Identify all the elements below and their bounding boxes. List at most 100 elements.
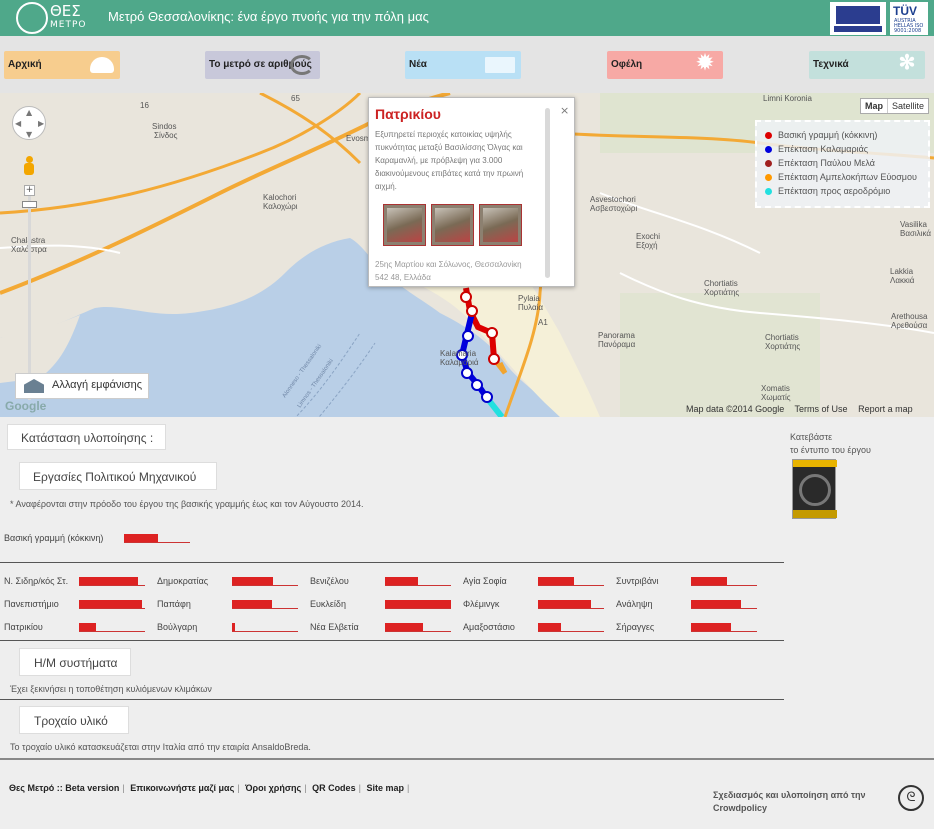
tuv-logo: ΤÜV AUSTRIA HELLAS ISO 9001:2008	[890, 2, 928, 35]
place-asvestochori-gr: Ασβεστοχώρι	[590, 204, 637, 213]
station-progress-bar	[691, 600, 757, 609]
credit-line1: Σχεδιασμός και υλοποίηση από την	[713, 790, 866, 800]
station-label: Ευκλείδη	[310, 599, 346, 609]
site-logo[interactable]: ΘΕΣ ΜΕΤΡΟ	[16, 2, 86, 34]
google-logo: Google	[5, 399, 47, 413]
close-icon[interactable]: ×	[560, 104, 569, 117]
place-chortiatis2: Chortiatis	[765, 333, 799, 342]
place-panorama-gr: Πανόραμα	[598, 340, 636, 349]
place-sindos: Sindos	[152, 122, 176, 131]
divider	[0, 562, 784, 563]
divider	[0, 699, 784, 700]
street-view-pegman-icon[interactable]	[23, 156, 35, 178]
brochure-cover[interactable]	[792, 459, 837, 519]
footer-divider	[0, 758, 934, 760]
nav-metro-numbers[interactable]: Το μετρό σε αριθμούς	[205, 51, 320, 79]
station-photo-3[interactable]	[479, 204, 522, 246]
newspaper-icon	[485, 57, 515, 73]
change-view-label: Αλλαγή εμφάνισης	[52, 379, 143, 391]
gear-icon: ✻	[898, 52, 916, 74]
station-progress-bar	[538, 577, 604, 586]
station-label: Βενιζέλου	[310, 576, 349, 586]
legend-label: Επέκταση Καλαμαριάς	[778, 144, 869, 154]
station-label: Σήραγγες	[616, 622, 655, 632]
map-type-satellite-button[interactable]: Satellite	[888, 99, 928, 113]
terms-of-use-link[interactable]: Terms of Use	[795, 404, 848, 414]
nav-label: Οφέλη	[611, 59, 643, 70]
footer-link-contact[interactable]: Επικοινωνήστε μαζί μας	[130, 783, 234, 793]
nav-technical[interactable]: Τεχνικά ✻	[809, 51, 925, 79]
nav-benefits[interactable]: Οφέλη ✹	[607, 51, 723, 79]
crowdpolicy-logo-icon[interactable]: ᘓ	[898, 785, 924, 811]
zoom-in-button[interactable]: +	[24, 185, 35, 196]
station-label: Παπάφη	[157, 599, 191, 609]
footer-link-qr[interactable]: QR Codes	[312, 783, 356, 793]
legend-item: Επέκταση Παύλου Μελά	[765, 156, 928, 170]
place-exochi-gr: Εξοχή	[636, 241, 658, 250]
place-chortiatis: Chortiatis	[704, 279, 738, 288]
station-label: Πατρικίου	[4, 622, 43, 632]
legend-item: Επέκταση Καλαμαριάς	[765, 142, 928, 156]
rolling-stock-note: Το τροχαίο υλικό κατασκευάζεται στην Ιτα…	[10, 742, 311, 752]
station-progress-bar	[538, 600, 604, 609]
place-vasilika-gr: Βασιλικά	[900, 229, 931, 238]
em-systems-title: Η/Μ συστήματα	[19, 648, 131, 676]
station-photo-2[interactable]	[431, 204, 474, 246]
station-description: Εξυπηρετεί περιοχές κατοικίας υψηλής πυκ…	[375, 130, 524, 191]
map-legend: Βασική γραμμή (κόκκινη) Επέκταση Καλαμαρ…	[755, 120, 930, 208]
nav-home[interactable]: Αρχική	[4, 51, 120, 79]
place-exochi: Exochi	[636, 232, 660, 241]
nav-news[interactable]: Νέα	[405, 51, 521, 79]
place-asvestochori: Asvestochori	[590, 195, 636, 204]
map[interactable]: Sindos Σίνδος Kalochori Καλοχώρι Chalast…	[0, 93, 934, 417]
place-lakkia: Lakkia	[890, 267, 914, 276]
main-line-label: Βασική γραμμή (κόκκινη)	[4, 533, 104, 543]
station-info-window: Πατρικίου × Εξυπηρετεί περιοχές κατοικία…	[368, 97, 575, 287]
map-type-control: Map Satellite	[860, 98, 930, 114]
tuv-text: ΤÜV	[893, 4, 917, 18]
place-chortiatis-gr: Χορτιάτης	[704, 288, 739, 297]
place-xomatis-gr: Χωματίς	[761, 393, 791, 402]
station-photo-1[interactable]	[383, 204, 426, 246]
logo-ring	[16, 2, 48, 34]
station-label: Νέα Ελβετία	[310, 622, 359, 632]
nav-label: Νέα	[409, 59, 427, 70]
footer-credit[interactable]: Σχεδιασμός και υλοποίηση από την Crowdpo…	[713, 789, 893, 815]
place-koronia: Limni Koronia	[763, 94, 812, 103]
zoom-slider-knob[interactable]	[22, 201, 37, 208]
legend-label: Επέκταση προς αεροδρόμιο	[778, 186, 891, 196]
place-chortiatis2-gr: Χορτιάτης	[765, 342, 800, 351]
map-type-map-button[interactable]: Map	[861, 99, 888, 113]
place-xomatis: Xomatis	[761, 384, 790, 393]
main-line-progress-bar	[124, 534, 190, 543]
brochure-text[interactable]: Κατεβάστε το έντυπο του έργου	[790, 431, 890, 457]
station-label: Αγία Σοφία	[463, 576, 507, 586]
footer-link-home[interactable]: Θες Μετρό :: Beta version	[9, 783, 119, 793]
civil-works-title: Εργασίες Πολιτικού Μηχανικού	[19, 462, 217, 490]
change-view-button[interactable]: Αλλαγή εμφάνισης	[15, 373, 149, 399]
footer-link-sitemap[interactable]: Site map	[366, 783, 404, 793]
station-progress-bar	[385, 623, 451, 632]
legend-item: Επέκταση Αμπελοκήπων Εύοσμου	[765, 170, 928, 184]
brochure-text-line1: Κατεβάστε	[790, 432, 833, 442]
station-label: Φλέμινγκ	[463, 599, 500, 609]
place-arethousa: Arethousa	[891, 312, 928, 321]
helmet-icon	[90, 57, 114, 73]
footer-link-terms[interactable]: Όροι χρήσης	[245, 783, 301, 793]
zoom-track[interactable]	[28, 186, 31, 400]
station-address: 25ης Μαρτίου και Σόλωνος, Θεσσαλονίκη 54…	[375, 258, 545, 284]
sea-line-1: Alonneso - Thessaloniki	[282, 344, 323, 400]
station-progress-bar	[691, 577, 757, 586]
sun-icon: ✹	[696, 52, 714, 74]
legend-label: Επέκταση Αμπελοκήπων Εύοσμου	[778, 172, 917, 182]
attiko-metro-logo	[830, 2, 886, 35]
place-pylaia: Pylaia	[518, 294, 540, 303]
place-kalochori-gr: Καλοχώρι	[263, 202, 298, 211]
station-progress-bar	[385, 600, 451, 609]
popup-scrollbar[interactable]	[545, 108, 550, 278]
legend-dot-darkred	[765, 160, 772, 168]
footer-links: Θες Μετρό :: Beta version | Επικοινωνήστε…	[9, 783, 410, 793]
station-address-line1: 25ης Μαρτίου και Σόλωνος, Θεσσαλονίκη	[375, 260, 522, 269]
map-pan-control[interactable]: ▲ ▼ ◀ ▶	[12, 106, 46, 140]
em-systems-note: Έχει ξεκινήσει η τοποθέτηση κυλιόμενων κ…	[10, 684, 212, 694]
